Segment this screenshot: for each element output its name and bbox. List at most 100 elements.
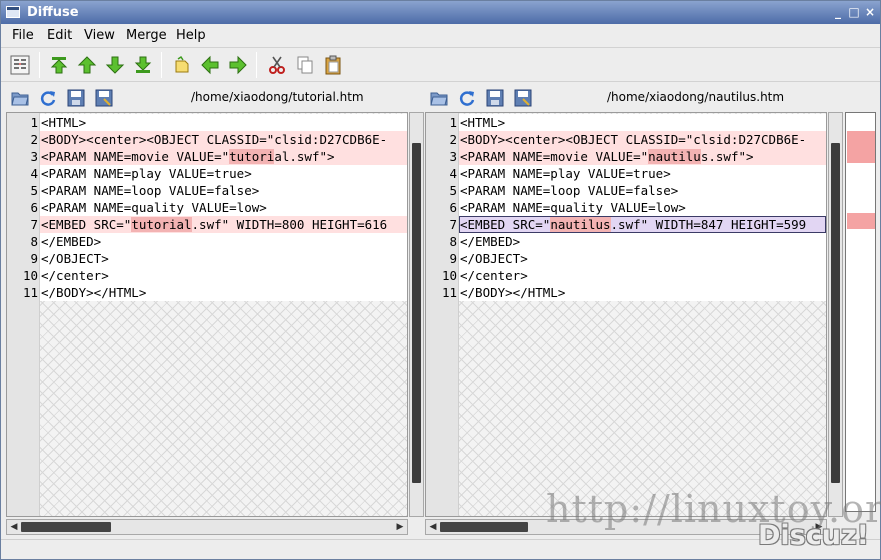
code-line[interactable]: <PARAM NAME=play VALUE=true> (459, 165, 826, 182)
diffuse-window: Diffuse _ □ × File Edit View Merge Help (0, 0, 881, 560)
code-line[interactable]: </EMBED> (459, 233, 826, 250)
overview-change-marker[interactable] (847, 147, 875, 163)
line-number: 10 (441, 268, 457, 283)
line-number: 7 (449, 217, 457, 232)
right-vertical-scrollbar[interactable] (828, 112, 843, 517)
scroll-left-arrow-icon[interactable]: ◀ (427, 521, 439, 533)
left-horizontal-scrollbar[interactable]: ◀ ▶ (6, 519, 408, 535)
code-line[interactable]: <HTML> (40, 114, 407, 131)
arrow-down-icon (105, 56, 125, 74)
right-reload-button[interactable] (456, 88, 478, 108)
copy-button[interactable] (293, 53, 317, 77)
code-line[interactable]: </OBJECT> (459, 250, 826, 267)
code-pre: <EMBED SRC=" (41, 217, 132, 232)
code-diff: tutori (229, 149, 275, 164)
next-change-button[interactable] (103, 53, 127, 77)
folder-open-icon (11, 92, 29, 106)
line-number: 9 (30, 251, 38, 266)
right-save-button[interactable] (484, 88, 506, 108)
code-pre: <HTML> (460, 115, 506, 130)
arrow-left-icon (201, 55, 219, 75)
left-save-button[interactable] (65, 88, 87, 108)
window-icon[interactable] (6, 6, 20, 18)
right-code-area[interactable]: <HTML> <BODY><center><OBJECT CLASSID="cls… (459, 113, 826, 516)
line-number: 1 (449, 115, 457, 130)
left-pane-header: /home/xiaodong/tutorial.htm (1, 85, 421, 111)
line-number: 7 (30, 217, 38, 232)
code-line[interactable]: <PARAM NAME=loop VALUE=false> (40, 182, 407, 199)
first-change-button[interactable] (47, 53, 71, 77)
menu-file[interactable]: File (12, 28, 34, 43)
arrow-up-icon (77, 56, 97, 74)
menu-view[interactable]: View (84, 28, 115, 43)
code-pre: </center> (460, 268, 528, 283)
line-number: 9 (449, 251, 457, 266)
left-code-area[interactable]: <HTML> <BODY><center><OBJECT CLASSID="cls… (40, 113, 407, 516)
scissors-icon (269, 56, 285, 74)
overview-change-marker[interactable] (847, 130, 875, 147)
left-open-button[interactable] (9, 88, 31, 108)
reload-icon (40, 91, 56, 106)
close-button[interactable]: × (862, 5, 878, 20)
line-number: 2 (449, 132, 457, 147)
code-line[interactable]: </OBJECT> (40, 250, 407, 267)
code-line[interactable]: <PARAM NAME=play VALUE=true> (40, 165, 407, 182)
code-line[interactable]: <BODY><center><OBJECT CLASSID="clsid:D27… (459, 131, 826, 148)
line-number: 5 (449, 183, 457, 198)
code-line[interactable]: <EMBED SRC="tutorial.swf" WIDTH=800 HEIG… (40, 216, 407, 233)
code-line[interactable]: <PARAM NAME=movie VALUE="nautilus.swf"> (459, 148, 826, 165)
code-line[interactable]: </BODY></HTML> (40, 284, 407, 301)
code-pre: </center> (41, 268, 109, 283)
last-change-button[interactable] (131, 53, 155, 77)
right-open-button[interactable] (428, 88, 450, 108)
menu-help[interactable]: Help (176, 28, 206, 43)
cut-button[interactable] (265, 53, 289, 77)
code-diff: tutorial (131, 217, 192, 232)
right-save-as-button[interactable] (512, 88, 534, 108)
code-line[interactable]: <PARAM NAME=quality VALUE=low> (40, 199, 407, 216)
save-icon (486, 89, 504, 107)
copy-left-button[interactable] (198, 53, 222, 77)
overview-change-marker[interactable] (847, 213, 875, 229)
code-line[interactable]: <EMBED SRC="nautilus.swf" WIDTH=847 HEIG… (459, 216, 826, 233)
code-line[interactable]: <HTML> (459, 114, 826, 131)
right-file-path: /home/xiaodong/nautilus.htm (607, 90, 785, 104)
code-post: al.swf"> (274, 149, 335, 164)
paste-button[interactable] (321, 53, 345, 77)
scroll-left-arrow-icon[interactable]: ◀ (8, 521, 20, 533)
scroll-right-arrow-icon[interactable]: ▶ (394, 521, 406, 533)
window-title: Diffuse (27, 5, 79, 20)
code-pre: </EMBED> (460, 234, 521, 249)
save-as-icon (514, 89, 532, 107)
code-line[interactable]: </center> (459, 267, 826, 284)
code-pre: <PARAM NAME=quality VALUE=low> (460, 200, 686, 215)
left-file-path: /home/xiaodong/tutorial.htm (191, 90, 364, 104)
code-line[interactable]: </BODY></HTML> (459, 284, 826, 301)
clear-edits-button[interactable] (170, 53, 194, 77)
realign-button[interactable] (8, 53, 32, 77)
right-diff-pane[interactable]: 1 2 3 4 5 6 7 8 9 10 11 <HTML> <BODY><center><OBJEC… (425, 112, 827, 517)
left-diff-pane[interactable]: 1 2 3 4 5 6 7 8 9 10 11 <HTML> <BODY><center><OBJEC… (6, 112, 408, 517)
left-reload-button[interactable] (37, 88, 59, 108)
left-save-as-button[interactable] (93, 88, 115, 108)
code-line[interactable]: <PARAM NAME=movie VALUE="tutorial.swf"> (40, 148, 407, 165)
previous-change-button[interactable] (75, 53, 99, 77)
maximize-button[interactable]: □ (846, 5, 862, 20)
menu-edit[interactable]: Edit (47, 28, 72, 43)
code-pre: <EMBED SRC=" (460, 217, 551, 232)
diff-overview-map[interactable] (845, 112, 876, 512)
code-line[interactable]: </center> (40, 267, 407, 284)
arrow-right-icon (229, 55, 247, 75)
code-line[interactable]: <PARAM NAME=loop VALUE=false> (459, 182, 826, 199)
code-line[interactable]: </EMBED> (40, 233, 407, 250)
line-number: 1 (30, 115, 38, 130)
left-vertical-scrollbar[interactable] (409, 112, 424, 517)
line-number: 3 (449, 149, 457, 164)
code-post: s.swf"> (700, 149, 754, 164)
code-line[interactable]: <PARAM NAME=quality VALUE=low> (459, 199, 826, 216)
minimize-button[interactable]: _ (830, 5, 846, 20)
copy-right-button[interactable] (226, 53, 250, 77)
code-line[interactable]: <BODY><center><OBJECT CLASSID="clsid:D27… (40, 131, 407, 148)
menu-merge[interactable]: Merge (126, 28, 167, 43)
code-pre: <PARAM NAME=quality VALUE=low> (41, 200, 267, 215)
